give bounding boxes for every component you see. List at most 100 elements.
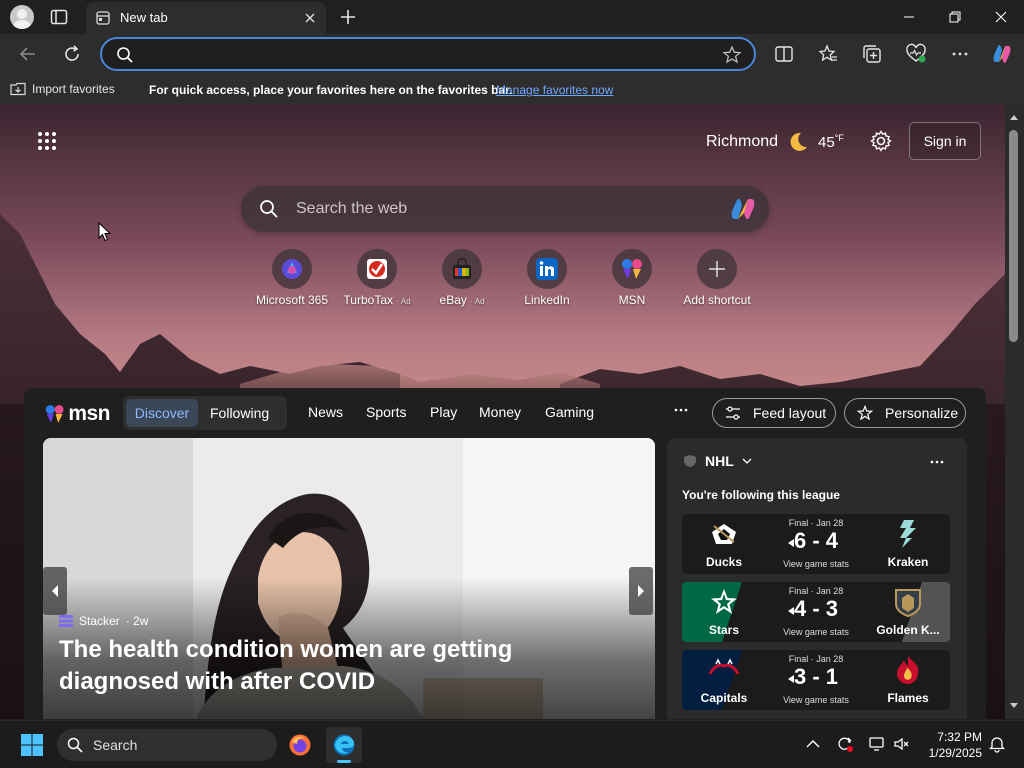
app-launcher-icon[interactable] xyxy=(37,131,57,151)
profile-avatar[interactable] xyxy=(10,5,34,29)
feed-tab-switch: Discover Following xyxy=(123,396,287,430)
windows-start-icon[interactable] xyxy=(20,733,44,757)
ad-badge: · Ad xyxy=(396,297,411,306)
sparkle-star-icon xyxy=(857,405,873,421)
game-status: Final · Jan 28 xyxy=(788,654,844,664)
import-favorites-button[interactable]: Import favorites xyxy=(10,81,115,97)
refresh-icon[interactable] xyxy=(60,42,84,66)
back-icon[interactable] xyxy=(16,42,40,66)
away-team-name: Flames xyxy=(887,691,929,705)
close-tab-icon[interactable] xyxy=(302,10,318,26)
shortcut-label: MSN xyxy=(618,293,646,307)
nav-money[interactable]: Money xyxy=(479,404,521,420)
more-options-icon[interactable] xyxy=(948,42,972,66)
msn-feed: msn Discover Following News Sports Play … xyxy=(24,388,986,719)
away-team[interactable]: Golden K... xyxy=(866,582,950,642)
restore-button[interactable] xyxy=(932,0,978,34)
shortcut-turbotax[interactable]: TurboTax · Ad xyxy=(332,249,422,309)
sign-in-button[interactable]: Sign in xyxy=(909,122,981,160)
nav-sports[interactable]: Sports xyxy=(366,404,406,420)
hero-next-button[interactable] xyxy=(629,567,653,615)
view-game-stats-link[interactable]: View game stats xyxy=(766,695,866,705)
system-clock[interactable]: 7:32 PM 1/29/2025 xyxy=(922,729,982,761)
browser-essentials-icon[interactable] xyxy=(904,42,928,66)
article-headline[interactable]: The health condition women are getting d… xyxy=(59,634,639,698)
personalize-button[interactable]: Personalize xyxy=(844,398,966,428)
taskbar-edge[interactable] xyxy=(326,727,362,763)
league-selector[interactable]: NHL xyxy=(683,453,752,469)
shortcut-msn[interactable]: MSN xyxy=(587,249,677,309)
page-settings-icon[interactable] xyxy=(870,130,892,152)
tab-new-tab[interactable]: New tab xyxy=(86,2,326,34)
address-input[interactable] xyxy=(142,45,702,65)
more-options-icon[interactable] xyxy=(930,455,944,469)
msn-icon xyxy=(622,259,642,279)
manage-favorites-link[interactable]: Manage favorites now xyxy=(496,83,613,97)
article-source-name: Stacker xyxy=(79,614,120,628)
new-tab-button[interactable] xyxy=(338,7,358,27)
show-hidden-icons-chevron-up-icon[interactable] xyxy=(804,735,822,753)
clock-time: 7:32 PM xyxy=(937,730,982,744)
sync-alert-icon[interactable] xyxy=(836,735,854,753)
away-team[interactable]: Kraken xyxy=(866,514,950,574)
minimize-button[interactable] xyxy=(886,0,932,34)
weather-widget[interactable]: Richmond 45°F xyxy=(706,131,844,153)
game-score: 3 - 1 xyxy=(793,664,839,689)
scroll-down-arrow-icon[interactable] xyxy=(1008,701,1020,711)
nav-play[interactable]: Play xyxy=(430,404,457,420)
home-team[interactable]: Stars xyxy=(682,582,766,642)
title-bar: New tab xyxy=(0,0,1024,34)
network-icon[interactable] xyxy=(868,735,886,753)
game-row[interactable]: Ducks Final · Jan 28 6 - 4 View game sta… xyxy=(682,514,950,574)
copilot-icon[interactable] xyxy=(990,42,1014,66)
game-row[interactable]: Capitals Final · Jan 28 3 - 1 View game … xyxy=(682,650,950,710)
shortcut-label: Microsoft 365 xyxy=(255,293,329,307)
scrollbar-thumb[interactable] xyxy=(1009,130,1018,342)
article-source[interactable]: Stacker · 2w xyxy=(59,614,148,628)
page-scrollbar[interactable] xyxy=(1005,104,1024,719)
web-search-box[interactable]: Search the web xyxy=(241,186,769,232)
tab-actions-icon[interactable] xyxy=(50,9,68,25)
moon-icon xyxy=(790,132,808,151)
address-bar[interactable] xyxy=(100,37,756,71)
more-nav-icon[interactable] xyxy=(674,402,688,418)
volume-muted-icon[interactable] xyxy=(893,735,911,753)
shortcut-linkedin[interactable]: LinkedIn xyxy=(502,249,592,309)
msn-logo[interactable]: msn xyxy=(44,400,110,428)
home-team[interactable]: Ducks xyxy=(682,514,766,574)
game-row[interactable]: Stars Final · Jan 28 4 - 3 View game sta… xyxy=(682,582,950,642)
hero-prev-button[interactable] xyxy=(43,567,67,615)
league-subtitle: You're following this league xyxy=(682,488,840,502)
split-screen-icon[interactable] xyxy=(772,42,796,66)
tab-title: New tab xyxy=(120,10,168,25)
favorite-star-icon[interactable] xyxy=(722,45,742,65)
away-team[interactable]: Flames xyxy=(866,650,950,710)
view-game-stats-link[interactable]: View game stats xyxy=(766,627,866,637)
home-team[interactable]: Capitals xyxy=(682,650,766,710)
shortcut-ebay[interactable]: eBay · Ad xyxy=(417,249,507,309)
view-game-stats-link[interactable]: View game stats xyxy=(766,559,866,569)
copilot-icon[interactable] xyxy=(728,197,758,221)
tab-discover[interactable]: Discover xyxy=(126,399,198,427)
favorites-icon[interactable] xyxy=(816,42,840,66)
tab-following[interactable]: Following xyxy=(210,399,269,427)
stacker-logo-icon xyxy=(59,615,73,627)
game-status: Final · Jan 28 xyxy=(788,586,844,596)
collections-icon[interactable] xyxy=(860,42,884,66)
close-window-button[interactable] xyxy=(978,0,1024,34)
hero-article-card[interactable]: Stacker · 2w The health condition women … xyxy=(43,438,655,719)
shortcut-label: eBay xyxy=(439,293,467,307)
feed-layout-button[interactable]: Feed layout xyxy=(712,398,836,428)
league-name: NHL xyxy=(705,453,734,469)
taskbar-search[interactable]: Search xyxy=(57,729,277,761)
shortcut-tile xyxy=(357,249,397,289)
scroll-up-arrow-icon[interactable] xyxy=(1008,112,1020,122)
notifications-bell-icon[interactable] xyxy=(988,735,1006,753)
game-score: 6 - 4 xyxy=(793,528,839,553)
shortcut-microsoft-365[interactable]: Microsoft 365 xyxy=(247,249,337,309)
taskbar-firefox[interactable] xyxy=(282,727,318,763)
nav-gaming[interactable]: Gaming xyxy=(545,404,594,420)
nav-news[interactable]: News xyxy=(308,404,343,420)
add-shortcut-button[interactable]: Add shortcut xyxy=(672,249,762,309)
chevron-right-icon xyxy=(638,585,644,597)
